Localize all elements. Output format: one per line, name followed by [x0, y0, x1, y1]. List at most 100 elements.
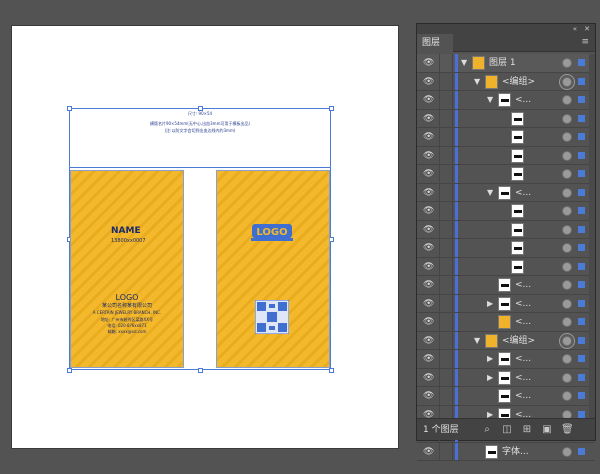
new-sublayer-icon[interactable]: ⊞: [521, 424, 533, 436]
eye-icon[interactable]: 👁: [423, 262, 434, 272]
layer-row[interactable]: 👁: [417, 220, 595, 239]
selection-indicator[interactable]: [578, 373, 585, 381]
layer-row[interactable]: 👁: [417, 128, 595, 147]
eye-icon[interactable]: 👁: [423, 373, 434, 383]
layer-name[interactable]: <...: [515, 313, 531, 331]
tab-layers[interactable]: 图层: [417, 34, 453, 52]
eye-icon[interactable]: 👁: [423, 225, 434, 235]
artboard[interactable]: 尺寸: 90×54 横版名片90×54mm(无中心,出血3mm可用于模板出品) …: [11, 25, 399, 449]
layer-name[interactable]: <...: [515, 184, 531, 202]
selection-indicator[interactable]: [578, 188, 585, 196]
selection-indicator[interactable]: [578, 281, 585, 288]
target-icon[interactable]: [562, 76, 572, 87]
chevron-right-icon[interactable]: ▶: [487, 372, 493, 384]
layer-row[interactable]: 👁 ▼ 图层 1: [417, 54, 595, 73]
chevron-down-icon[interactable]: ▼: [474, 76, 480, 88]
chevron-right-icon[interactable]: ▶: [487, 298, 493, 310]
lock-toggle[interactable]: [439, 165, 453, 183]
eye-icon[interactable]: 👁: [423, 336, 434, 346]
target-icon[interactable]: [562, 298, 572, 309]
target-icon[interactable]: [562, 206, 572, 216]
target-icon[interactable]: [562, 58, 572, 68]
selection-indicator[interactable]: [578, 262, 585, 270]
layer-name[interactable]: <...: [515, 387, 531, 405]
eye-icon[interactable]: 👁: [423, 188, 434, 198]
selection-indicator[interactable]: [578, 77, 585, 85]
bbox-handle-tm[interactable]: [198, 106, 203, 111]
make-clipping-mask-icon[interactable]: ◫: [501, 424, 513, 436]
layer-name[interactable]: <...: [515, 91, 531, 109]
layer-row[interactable]: 👁 ▶ <...: [417, 368, 595, 387]
selection-indicator[interactable]: [578, 318, 585, 325]
layer-name[interactable]: <...: [515, 295, 531, 313]
selection-indicator[interactable]: [578, 96, 585, 103]
eye-icon[interactable]: 👁: [423, 299, 434, 309]
target-icon[interactable]: [562, 243, 572, 253]
panel-title-bar[interactable]: « ✕: [417, 24, 595, 34]
chevron-down-icon[interactable]: ▼: [474, 335, 480, 347]
layer-name[interactable]: <...: [515, 276, 531, 294]
eye-icon[interactable]: 👁: [423, 114, 434, 124]
layer-row[interactable]: 👁: [417, 202, 595, 221]
lock-toggle[interactable]: [439, 183, 453, 201]
lock-toggle[interactable]: [439, 350, 453, 368]
target-icon[interactable]: [562, 446, 572, 457]
lock-toggle[interactable]: [439, 442, 453, 460]
layer-name[interactable]: <编组>: [502, 73, 535, 91]
layer-row[interactable]: 👁: [417, 146, 595, 165]
lock-toggle[interactable]: [439, 257, 453, 275]
lock-toggle[interactable]: [439, 387, 453, 405]
bbox-handle-bl[interactable]: [67, 368, 72, 373]
lock-toggle[interactable]: [439, 368, 453, 386]
layer-row[interactable]: 👁 ▼ <...: [417, 91, 595, 110]
eye-icon[interactable]: 👁: [423, 280, 434, 290]
chevron-down-icon[interactable]: ▼: [487, 187, 493, 199]
new-layer-icon[interactable]: ▣: [541, 424, 553, 436]
target-icon[interactable]: [562, 354, 572, 364]
layer-row[interactable]: 👁: [417, 165, 595, 184]
delete-icon[interactable]: 🗑: [561, 424, 574, 436]
target-icon[interactable]: [562, 169, 572, 179]
selection-indicator[interactable]: [578, 59, 585, 66]
business-card-front[interactable]: LOGO: [216, 170, 330, 368]
target-icon[interactable]: [562, 113, 572, 124]
layer-name[interactable]: <...: [515, 350, 531, 368]
lock-toggle[interactable]: [439, 128, 453, 146]
selection-indicator[interactable]: [578, 133, 585, 140]
lock-toggle[interactable]: [439, 294, 453, 312]
layer-row[interactable]: 👁 ▼ <...: [417, 183, 595, 202]
panel-menu-icon[interactable]: ≡: [581, 37, 589, 47]
eye-icon[interactable]: 👁: [423, 77, 434, 87]
target-icon[interactable]: [562, 372, 572, 383]
selection-indicator[interactable]: [578, 170, 585, 177]
lock-toggle[interactable]: [439, 239, 453, 257]
selection-indicator[interactable]: [578, 114, 585, 122]
eye-icon[interactable]: 👁: [423, 317, 434, 327]
layer-row[interactable]: 👁: [417, 257, 595, 276]
target-icon[interactable]: [562, 261, 572, 272]
layer-name[interactable]: 图层 1: [489, 54, 516, 72]
lock-toggle[interactable]: [439, 220, 453, 238]
bbox-handle-tl[interactable]: [67, 106, 72, 111]
selection-indicator[interactable]: [578, 410, 585, 418]
eye-icon[interactable]: 👁: [423, 95, 434, 105]
close-icon[interactable]: ✕: [584, 24, 590, 34]
layer-row[interactable]: 👁 字体...: [417, 442, 595, 461]
layer-row[interactable]: 👁: [417, 239, 595, 258]
eye-icon[interactable]: 👁: [423, 151, 434, 161]
eye-icon[interactable]: 👁: [423, 206, 434, 216]
target-icon[interactable]: [562, 335, 572, 346]
scrollbar[interactable]: [589, 54, 595, 420]
target-icon[interactable]: [562, 317, 572, 327]
target-icon[interactable]: [562, 150, 572, 161]
target-icon[interactable]: [562, 224, 572, 235]
target-icon[interactable]: [562, 391, 572, 401]
lock-toggle[interactable]: [439, 202, 453, 220]
selection-indicator[interactable]: [578, 207, 585, 214]
eye-icon[interactable]: 👁: [423, 58, 434, 68]
selection-indicator[interactable]: [578, 299, 585, 307]
bbox-handle-bm[interactable]: [198, 368, 203, 373]
eye-icon[interactable]: 👁: [423, 169, 434, 179]
eye-icon[interactable]: 👁: [423, 243, 434, 253]
layer-row[interactable]: 👁 ▼ <编组>: [417, 331, 595, 350]
